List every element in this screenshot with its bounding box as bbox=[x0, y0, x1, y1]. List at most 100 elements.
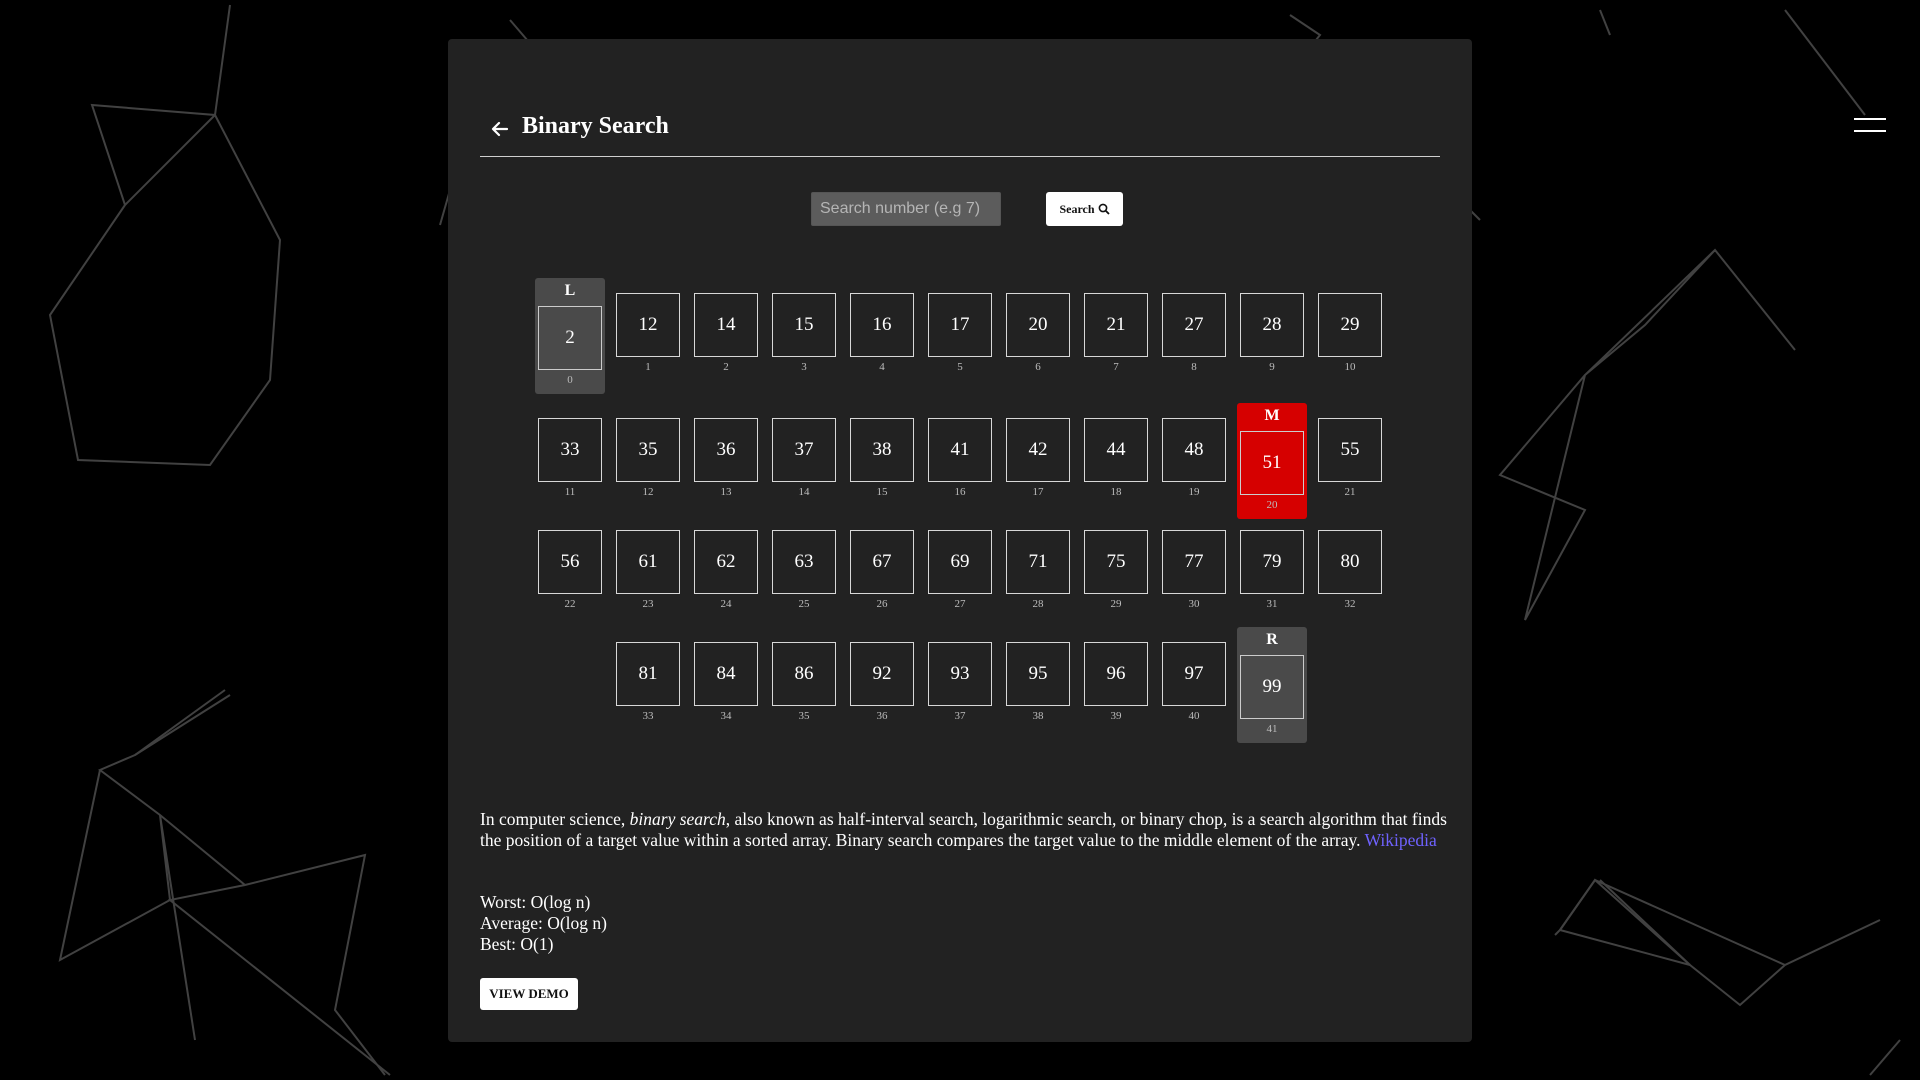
array-element[interactable]: 27 8 bbox=[1162, 293, 1226, 373]
array-element[interactable]: 37 14 bbox=[772, 418, 836, 498]
array-value: 92 bbox=[850, 642, 914, 706]
wikipedia-link[interactable]: Wikipedia bbox=[1365, 830, 1437, 850]
array-element[interactable]: 61 23 bbox=[616, 530, 680, 610]
array-element[interactable]: 80 32 bbox=[1318, 530, 1382, 610]
array-index: 18 bbox=[1110, 486, 1122, 498]
array-value: 77 bbox=[1162, 530, 1226, 594]
page-header: Binary Search bbox=[480, 77, 1440, 157]
array-value: 20 bbox=[1006, 293, 1070, 357]
array-index: 16 bbox=[954, 486, 966, 498]
array-element[interactable]: 97 40 bbox=[1162, 642, 1226, 722]
array-element[interactable]: 99 41 bbox=[1240, 655, 1304, 735]
array-index: 2 bbox=[723, 361, 729, 373]
array-index: 34 bbox=[720, 710, 732, 722]
array-element[interactable]: 38 15 bbox=[850, 418, 914, 498]
array-element[interactable]: 48 19 bbox=[1162, 418, 1226, 498]
array-element[interactable]: 16 4 bbox=[850, 293, 914, 373]
array-element[interactable]: 92 36 bbox=[850, 642, 914, 722]
array-element[interactable]: 67 26 bbox=[850, 530, 914, 610]
array-index: 3 bbox=[801, 361, 807, 373]
array-value: 56 bbox=[538, 530, 602, 594]
array-value: 41 bbox=[928, 418, 992, 482]
array-value: 81 bbox=[616, 642, 680, 706]
array-element[interactable]: 41 16 bbox=[928, 418, 992, 498]
search-button[interactable]: Search bbox=[1046, 192, 1123, 226]
array-value: 38 bbox=[850, 418, 914, 482]
array-value: 16 bbox=[850, 293, 914, 357]
array-index: 33 bbox=[642, 710, 654, 722]
array-value: 95 bbox=[1006, 642, 1070, 706]
array-element[interactable]: 14 2 bbox=[694, 293, 758, 373]
array-index: 13 bbox=[720, 486, 732, 498]
array-index: 38 bbox=[1032, 710, 1044, 722]
array-value: 36 bbox=[694, 418, 758, 482]
array-element[interactable]: 21 7 bbox=[1084, 293, 1148, 373]
array-value: 69 bbox=[928, 530, 992, 594]
array-element[interactable]: 28 9 bbox=[1240, 293, 1304, 373]
array-element[interactable]: 20 6 bbox=[1006, 293, 1070, 373]
array-index: 24 bbox=[720, 598, 732, 610]
array-index: 19 bbox=[1188, 486, 1200, 498]
view-demo-button[interactable]: VIEW DEMO bbox=[480, 978, 578, 1010]
complexity-list: Worst: O(log n) Average: O(log n) Best: … bbox=[480, 892, 607, 955]
array-element[interactable]: 79 31 bbox=[1240, 530, 1304, 610]
array-element[interactable]: 63 25 bbox=[772, 530, 836, 610]
worst-complexity: Worst: O(log n) bbox=[480, 892, 591, 912]
array-element[interactable]: 44 18 bbox=[1084, 418, 1148, 498]
arrow-left-icon[interactable] bbox=[490, 119, 510, 139]
array-element[interactable]: 12 1 bbox=[616, 293, 680, 373]
array-value: 44 bbox=[1084, 418, 1148, 482]
array-element[interactable]: 77 30 bbox=[1162, 530, 1226, 610]
array-value: 12 bbox=[616, 293, 680, 357]
array-index: 15 bbox=[876, 486, 888, 498]
array-element[interactable]: 95 38 bbox=[1006, 642, 1070, 722]
array-element[interactable]: 20 bbox=[538, 306, 602, 386]
array-index: 8 bbox=[1191, 361, 1197, 373]
array-index: 22 bbox=[564, 598, 576, 610]
array-element[interactable]: 36 13 bbox=[694, 418, 758, 498]
array-index: 20 bbox=[1266, 499, 1278, 511]
array-index: 35 bbox=[798, 710, 810, 722]
array-element[interactable]: 15 3 bbox=[772, 293, 836, 373]
array-value: 51 bbox=[1240, 431, 1304, 495]
array-value: 48 bbox=[1162, 418, 1226, 482]
array-element[interactable]: 69 27 bbox=[928, 530, 992, 610]
array-value: 21 bbox=[1084, 293, 1148, 357]
array-element[interactable]: 35 12 bbox=[616, 418, 680, 498]
array-index: 5 bbox=[957, 361, 963, 373]
array-index: 26 bbox=[876, 598, 888, 610]
array-element[interactable]: 75 29 bbox=[1084, 530, 1148, 610]
pointer-label: L bbox=[564, 282, 576, 299]
array-value: 62 bbox=[694, 530, 758, 594]
array-element[interactable]: 17 5 bbox=[928, 293, 992, 373]
array-element[interactable]: 71 28 bbox=[1006, 530, 1070, 610]
array-index: 4 bbox=[879, 361, 885, 373]
hamburger-icon-bar bbox=[1854, 130, 1886, 132]
array-element[interactable]: 42 17 bbox=[1006, 418, 1070, 498]
array-element[interactable]: 33 11 bbox=[538, 418, 602, 498]
array-value: 15 bbox=[772, 293, 836, 357]
description-prefix: In computer science, bbox=[480, 809, 630, 829]
array-element[interactable]: 81 33 bbox=[616, 642, 680, 722]
array-element[interactable]: 56 22 bbox=[538, 530, 602, 610]
menu-button[interactable] bbox=[1854, 116, 1886, 134]
array-value: 35 bbox=[616, 418, 680, 482]
array-element[interactable]: 86 35 bbox=[772, 642, 836, 722]
array-index: 9 bbox=[1269, 361, 1275, 373]
array-element[interactable]: 84 34 bbox=[694, 642, 758, 722]
array-value: 61 bbox=[616, 530, 680, 594]
array-index: 30 bbox=[1188, 598, 1200, 610]
array-element[interactable]: 93 37 bbox=[928, 642, 992, 722]
page-title: Binary Search bbox=[522, 113, 669, 139]
array-value: 93 bbox=[928, 642, 992, 706]
array-element[interactable]: 96 39 bbox=[1084, 642, 1148, 722]
array-value: 80 bbox=[1318, 530, 1382, 594]
array-element[interactable]: 51 20 bbox=[1240, 431, 1304, 511]
array-element[interactable]: 55 21 bbox=[1318, 418, 1382, 498]
array-value: 42 bbox=[1006, 418, 1070, 482]
array-index: 25 bbox=[798, 598, 810, 610]
array-element[interactable]: 29 10 bbox=[1318, 293, 1382, 373]
array-index: 27 bbox=[954, 598, 966, 610]
search-input[interactable] bbox=[811, 192, 1001, 226]
array-element[interactable]: 62 24 bbox=[694, 530, 758, 610]
